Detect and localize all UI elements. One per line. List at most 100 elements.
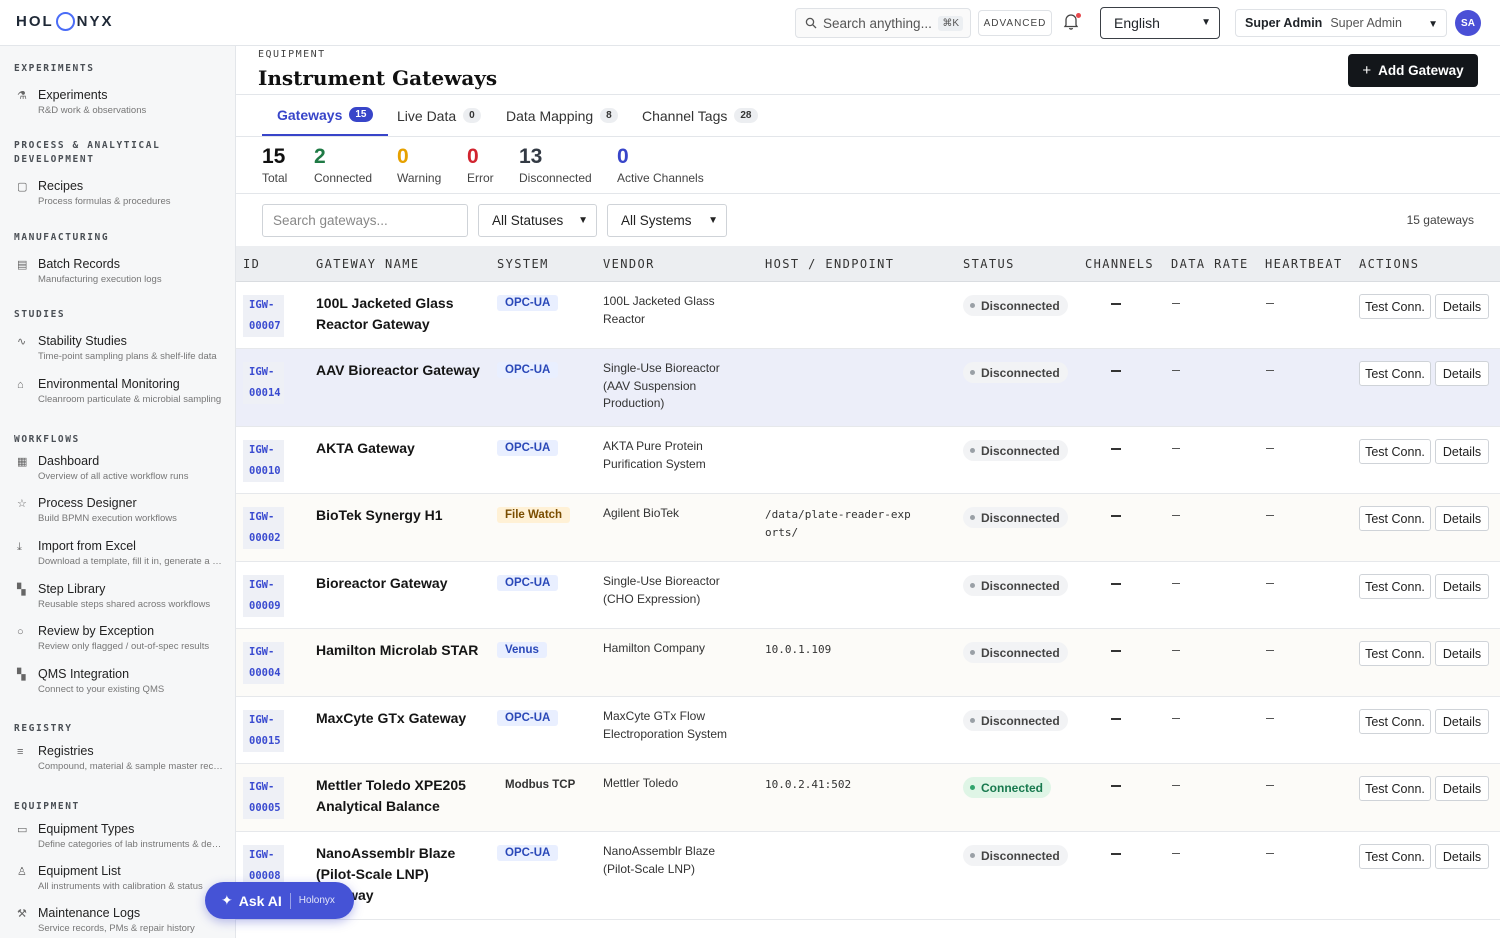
gateway-name[interactable]: Hamilton Microlab STAR bbox=[316, 640, 486, 661]
sidebar-item-experiments[interactable]: ⚗ Experiments R&D work & observations bbox=[17, 88, 229, 122]
test-connection-button[interactable]: Test Conn. bbox=[1359, 439, 1431, 464]
test-connection-button[interactable]: Test Conn. bbox=[1359, 361, 1431, 386]
details-button[interactable]: Details bbox=[1435, 844, 1489, 869]
table-row[interactable]: IGW- 00015 MaxCyte GTx Gateway OPC-UA MaxCyt… bbox=[236, 697, 1500, 764]
gateway-name[interactable]: AKTA Gateway bbox=[316, 438, 486, 459]
column-header-gateway-name[interactable]: GATEWAY NAME bbox=[316, 257, 420, 271]
sidebar-item-review-by-exception[interactable]: ○ Review by Exception Review only flagged … bbox=[17, 624, 229, 658]
sidebar-item-equipment-list[interactable]: ♙ Equipment List All instruments with cali… bbox=[17, 864, 229, 898]
gateway-id[interactable]: IGW- 00010 bbox=[243, 440, 284, 482]
sidebar-item-description: Service records, PMs & repair history bbox=[38, 923, 195, 934]
column-header-host-endpoint[interactable]: HOST / ENDPOINT bbox=[765, 257, 894, 271]
user-role-select[interactable]: Super Admin Super Admin ▼ bbox=[1235, 9, 1447, 37]
sidebar-item-process-designer[interactable]: ☆ Process Designer Build BPMN execution wo… bbox=[17, 496, 229, 530]
sidebar-item-step-library[interactable]: ▚ Step Library Reusable steps shared acros… bbox=[17, 582, 229, 616]
gateway-id[interactable]: IGW- 00007 bbox=[243, 295, 284, 337]
details-button[interactable]: Details bbox=[1435, 574, 1489, 599]
tab-gateways[interactable]: Gateways 15 bbox=[262, 95, 388, 136]
sidebar-item-stability-studies[interactable]: ∿ Stability Studies Time-point sampling pl… bbox=[17, 334, 229, 368]
sidebar-section-title: WORKFLOWS bbox=[14, 434, 80, 445]
gateway-name[interactable]: BioTek Synergy H1 bbox=[316, 505, 486, 526]
table-row[interactable]: IGW- 00009 Bioreactor Gateway OPC-UA Single-… bbox=[236, 562, 1500, 629]
table-row[interactable]: IGW- 00007 100L Jacketed Glass Reactor Gat… bbox=[236, 282, 1500, 349]
details-button[interactable]: Details bbox=[1435, 439, 1489, 464]
global-search-input[interactable]: Search anything... ⌘K bbox=[795, 8, 971, 38]
table-row[interactable]: IGW- 00010 AKTA Gateway OPC-UA AKTA Pure Pro… bbox=[236, 427, 1500, 494]
test-connection-button[interactable]: Test Conn. bbox=[1359, 844, 1431, 869]
top-bar: HOL NYX Search anything... ⌘K ADVANCED E… bbox=[0, 0, 1500, 46]
gateway-search-input[interactable]: Search gateways... bbox=[262, 204, 468, 237]
avatar[interactable]: SA bbox=[1455, 10, 1481, 36]
status-filter-select[interactable]: All Statuses ▼ bbox=[478, 204, 597, 237]
table-row[interactable]: IGW- 00014 AAV Bioreactor Gateway OPC-UA Sin… bbox=[236, 349, 1500, 427]
table-row[interactable]: IGW- 00008 NanoAssemblr Blaze (Pilot-Scale… bbox=[236, 832, 1500, 920]
gateway-name[interactable]: Mettler Toledo XPE205 Analytical Balance bbox=[316, 775, 486, 817]
gateway-id[interactable]: IGW- 00009 bbox=[243, 575, 284, 617]
host-endpoint: 10.0.2.41:502 bbox=[765, 778, 852, 791]
test-connection-button[interactable]: Test Conn. bbox=[1359, 776, 1431, 801]
details-button[interactable]: Details bbox=[1435, 361, 1489, 386]
data-rate-empty-dash bbox=[1172, 583, 1180, 584]
gateway-id-part: 00009 bbox=[243, 596, 284, 617]
sidebar-item-import-from-excel[interactable]: ⤓ Import from Excel Download a template, f… bbox=[17, 539, 229, 573]
column-header-id[interactable]: ID bbox=[243, 257, 260, 271]
sparkle-icon: ✦ bbox=[221, 892, 233, 908]
gateway-id[interactable]: IGW- 00004 bbox=[243, 642, 284, 684]
language-select[interactable]: English ▼ bbox=[1100, 7, 1220, 39]
sidebar-item-maintenance-logs[interactable]: ⚒ Maintenance Logs Service records, PMs & … bbox=[17, 906, 229, 938]
table-row[interactable]: IGW- 00002 BioTek Synergy H1 File Watch Agil… bbox=[236, 494, 1500, 562]
tab-data-mapping[interactable]: Data Mapping 8 bbox=[506, 95, 618, 136]
test-connection-button[interactable]: Test Conn. bbox=[1359, 641, 1431, 666]
sidebar-item-batch-records[interactable]: ▤ Batch Records Manufacturing execution lo… bbox=[17, 257, 229, 291]
sidebar-item-registries[interactable]: ≡ Registries Compound, material & sample m… bbox=[17, 744, 229, 778]
column-header-data-rate[interactable]: DATA RATE bbox=[1171, 257, 1249, 271]
system-filter-select[interactable]: All Systems ▼ bbox=[607, 204, 727, 237]
stat-value: 0 bbox=[397, 145, 409, 168]
notifications-button[interactable] bbox=[1063, 13, 1081, 31]
sidebar-item-environmental-monitoring[interactable]: ⌂ Environmental Monitoring Cleanroom parti… bbox=[17, 377, 229, 411]
sidebar-item-equipment-types[interactable]: ▭ Equipment Types Define categories of lab… bbox=[17, 822, 229, 856]
details-button[interactable]: Details bbox=[1435, 776, 1489, 801]
sidebar-item-label: Review by Exception bbox=[38, 624, 155, 638]
column-header-channels[interactable]: CHANNELS bbox=[1085, 257, 1154, 271]
sidebar-item-recipes[interactable]: ▢ Recipes Process formulas & procedures bbox=[17, 179, 229, 213]
details-button[interactable]: Details bbox=[1435, 641, 1489, 666]
test-connection-button[interactable]: Test Conn. bbox=[1359, 574, 1431, 599]
test-connection-button[interactable]: Test Conn. bbox=[1359, 294, 1431, 319]
tab-channel-tags[interactable]: Channel Tags 28 bbox=[642, 95, 758, 136]
column-header-vendor[interactable]: VENDOR bbox=[603, 257, 655, 271]
details-button[interactable]: Details bbox=[1435, 294, 1489, 319]
test-connection-button[interactable]: Test Conn. bbox=[1359, 709, 1431, 734]
column-header-system[interactable]: SYSTEM bbox=[497, 257, 549, 271]
sidebar-item-dashboard[interactable]: ▦ Dashboard Overview of all active workflo… bbox=[17, 454, 229, 488]
gateway-id-part: 00015 bbox=[243, 731, 284, 752]
tab-live-data[interactable]: Live Data 0 bbox=[397, 95, 481, 136]
logo[interactable]: HOL NYX bbox=[16, 12, 114, 31]
gateway-id[interactable]: IGW- 00015 bbox=[243, 710, 284, 752]
table-row[interactable]: IGW- 00004 Hamilton Microlab STAR Venus Hami… bbox=[236, 629, 1500, 697]
vendor-name: 100L Jacketed Glass Reactor bbox=[603, 294, 715, 326]
gateway-name[interactable]: Bioreactor Gateway bbox=[316, 573, 486, 594]
column-header-heartbeat[interactable]: HEARTBEAT bbox=[1265, 257, 1343, 271]
table-row[interactable]: IGW- 00005 Mettler Toledo XPE205 Analytica… bbox=[236, 764, 1500, 832]
details-button[interactable]: Details bbox=[1435, 506, 1489, 531]
gateway-id[interactable]: IGW- 00008 bbox=[243, 845, 284, 887]
gateway-id[interactable]: IGW- 00002 bbox=[243, 507, 284, 549]
advanced-search-button[interactable]: ADVANCED bbox=[978, 10, 1052, 36]
add-gateway-button[interactable]: + Add Gateway bbox=[1348, 54, 1478, 87]
channels-empty-dash bbox=[1111, 718, 1121, 720]
gateway-id[interactable]: IGW- 00005 bbox=[243, 777, 284, 819]
details-button[interactable]: Details bbox=[1435, 709, 1489, 734]
heartbeat-empty-dash bbox=[1266, 785, 1274, 786]
test-connection-button[interactable]: Test Conn. bbox=[1359, 506, 1431, 531]
gateway-name[interactable]: MaxCyte GTx Gateway bbox=[316, 708, 486, 729]
stat-label: Disconnected bbox=[519, 171, 592, 185]
sidebar: EXPERIMENTS ⚗ Experiments R&D work & observ… bbox=[0, 46, 236, 938]
ask-ai-button[interactable]: ✦ Ask AI Holonyx bbox=[205, 882, 354, 919]
column-header-status[interactable]: STATUS bbox=[963, 257, 1015, 271]
gateway-id[interactable]: IGW- 00014 bbox=[243, 362, 284, 404]
gateway-name[interactable]: AAV Bioreactor Gateway bbox=[316, 360, 486, 381]
gateway-name[interactable]: 100L Jacketed Glass Reactor Gateway bbox=[316, 293, 486, 335]
tab-bar: Gateways 15 Live Data 0 Data Mapping 8 Channel… bbox=[236, 95, 1500, 137]
sidebar-item-qms-integration[interactable]: ▚ QMS Integration Connect to your existing… bbox=[17, 667, 229, 701]
